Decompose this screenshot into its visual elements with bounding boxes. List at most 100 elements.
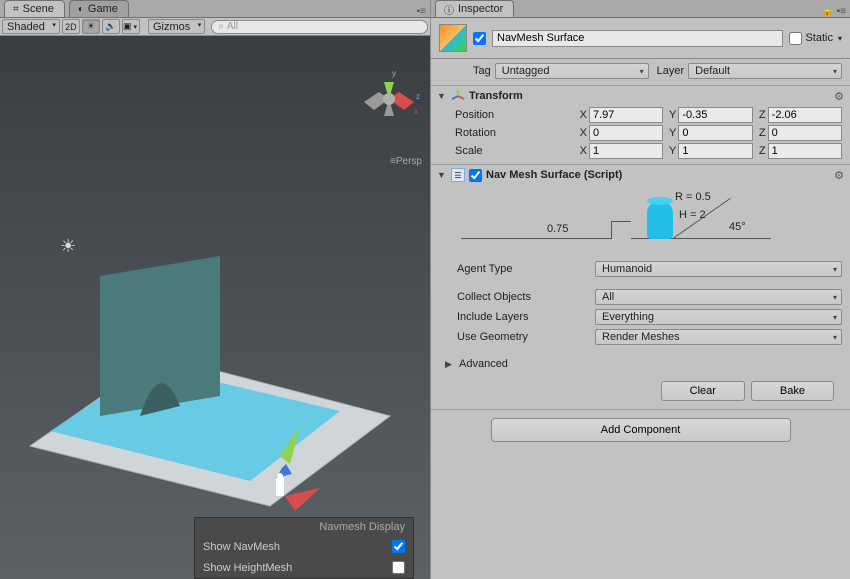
tag-value: Untagged — [502, 65, 550, 77]
tag-label: Tag — [473, 65, 491, 77]
rotation-y-input[interactable] — [678, 125, 752, 141]
panel-menu-icon[interactable]: ▪≡ — [417, 6, 430, 17]
script-icon: ☰ — [451, 168, 465, 182]
gameobject-cube-icon[interactable] — [439, 24, 467, 52]
diag-step-label: 0.75 — [547, 223, 568, 235]
agent-diagram: 0.75 R = 0.5 H = 2 45° — [451, 191, 830, 253]
scene-search-input[interactable]: ⌕All — [211, 20, 428, 34]
agent-type-dropdown[interactable]: Humanoid — [595, 261, 842, 277]
game-icon: ◐ — [78, 4, 84, 15]
navmesh-surface-enabled-checkbox[interactable] — [469, 169, 482, 182]
perspective-label[interactable]: ≡Persp — [390, 156, 422, 167]
position-label: Position — [455, 109, 575, 121]
tab-game[interactable]: ◐ Game — [69, 0, 129, 17]
diag-slope-label: 45° — [729, 221, 746, 233]
rotation-z-input[interactable] — [768, 125, 842, 141]
scale-x-input[interactable] — [589, 143, 663, 159]
layer-label: Layer — [657, 65, 685, 77]
show-navmesh-label: Show NavMesh — [203, 541, 384, 553]
toggle-2d[interactable]: 2D — [62, 19, 80, 34]
show-navmesh-checkbox[interactable] — [392, 540, 405, 553]
navmesh-surface-title: Nav Mesh Surface (Script) — [486, 169, 830, 181]
transform-gear-icon[interactable]: ⚙ — [834, 90, 844, 103]
layer-value: Default — [695, 65, 730, 77]
bake-button[interactable]: Bake — [751, 381, 834, 401]
transform-header[interactable]: ▼ Transform ⚙ — [431, 86, 850, 106]
tab-game-label: Game — [88, 3, 118, 15]
svg-text:x: x — [414, 107, 418, 116]
fold-closed-icon: ▶ — [445, 359, 455, 370]
toggle-lighting[interactable]: ☀ — [82, 19, 100, 34]
gizmos-dropdown[interactable]: Gizmos▾ — [148, 19, 205, 34]
scene-tab-bar: ⌗ Scene ◐ Game ▪≡ — [0, 0, 430, 18]
use-geometry-label: Use Geometry — [457, 331, 591, 343]
navmesh-surface-component: ▼ ☰ Nav Mesh Surface (Script) ⚙ 0.75 R =… — [431, 165, 850, 410]
collect-objects-label: Collect Objects — [457, 291, 591, 303]
position-y-input[interactable] — [678, 107, 752, 123]
inspector-panel: ⓘ Inspector 🔒 ▪≡ Static▾ Tag Untagged Lay… — [430, 0, 850, 579]
include-layers-label: Include Layers — [457, 311, 591, 323]
agent-cylinder-icon — [647, 201, 673, 239]
scale-y-input[interactable] — [678, 143, 752, 159]
transform-axes-icon — [451, 89, 465, 103]
scene-viewport[interactable]: y z x ≡Persp ☀ Navmesh Display Show NavM… — [0, 36, 430, 579]
scale-z-input[interactable] — [768, 143, 842, 159]
show-heightmesh-checkbox[interactable] — [392, 561, 405, 574]
add-component-button[interactable]: Add Component — [491, 418, 791, 442]
transform-component: ▼ Transform ⚙ Position X Y Z Rotation X … — [431, 86, 850, 165]
scene-panel: ⌗ Scene ◐ Game ▪≡ Shaded▾ 2D ☀ 🔊 ▣▾ Gizmos… — [0, 0, 430, 579]
svg-text:z: z — [416, 92, 420, 101]
static-label: Static — [805, 32, 833, 44]
search-placeholder: All — [227, 21, 238, 32]
scene-icon: ⌗ — [13, 4, 19, 15]
tab-inspector[interactable]: ⓘ Inspector — [435, 0, 514, 17]
toggle-2d-label: 2D — [65, 22, 77, 32]
shading-dropdown[interactable]: Shaded▾ — [2, 19, 60, 34]
clear-button[interactable]: Clear — [661, 381, 745, 401]
static-toggle[interactable]: Static▾ — [789, 32, 842, 45]
gameobject-name-input[interactable] — [492, 30, 783, 47]
use-geometry-dropdown[interactable]: Render Meshes — [595, 329, 842, 345]
navmesh-display-panel: Navmesh Display Show NavMesh Show Height… — [194, 517, 414, 579]
svg-text:y: y — [392, 69, 396, 78]
fold-open-icon: ▼ — [437, 170, 447, 180]
gameobject-header: Static▾ — [431, 18, 850, 59]
layer-dropdown[interactable]: Default — [688, 63, 842, 79]
scene-toolbar: Shaded▾ 2D ☀ 🔊 ▣▾ Gizmos▾ ⌕All — [0, 18, 430, 36]
sun-icon: ☀ — [87, 21, 95, 32]
toggle-audio[interactable]: 🔊 — [102, 19, 120, 34]
rotation-x-input[interactable] — [589, 125, 663, 141]
advanced-foldout[interactable]: ▶ Advanced — [431, 355, 850, 373]
tag-layer-row: Tag Untagged Layer Default — [431, 59, 850, 86]
include-layers-dropdown[interactable]: Everything — [595, 309, 842, 325]
transform-title: Transform — [469, 90, 830, 102]
tab-scene-label: Scene — [23, 3, 54, 15]
gameobject-active-checkbox[interactable] — [473, 32, 486, 45]
navmesh-surface-header[interactable]: ▼ ☰ Nav Mesh Surface (Script) ⚙ — [431, 165, 850, 185]
position-z-input[interactable] — [768, 107, 842, 123]
agent-type-label: Agent Type — [457, 263, 591, 275]
fold-open-icon: ▼ — [437, 91, 447, 101]
gizmos-label: Gizmos — [153, 21, 190, 33]
axis-gizmo-icon[interactable]: y z x — [354, 64, 424, 134]
search-icon: ⌕ — [218, 21, 224, 32]
toggle-fx[interactable]: ▣▾ — [122, 19, 140, 34]
navmesh-surface-gear-icon[interactable]: ⚙ — [834, 169, 844, 182]
collect-objects-dropdown[interactable]: All — [595, 289, 842, 305]
shading-dropdown-value: Shaded — [7, 21, 45, 33]
rotation-label: Rotation — [455, 127, 575, 139]
inspector-lock-icon[interactable]: 🔒 ▪≡ — [821, 6, 850, 17]
advanced-label: Advanced — [459, 358, 508, 370]
inspector-icon: ⓘ — [444, 2, 454, 17]
position-x-input[interactable] — [589, 107, 663, 123]
inspector-tab-bar: ⓘ Inspector 🔒 ▪≡ — [431, 0, 850, 18]
audio-icon: 🔊 — [105, 21, 116, 32]
scene-geometry-preview[interactable] — [20, 216, 410, 516]
diag-r-label: R = 0.5 — [675, 191, 711, 203]
tag-dropdown[interactable]: Untagged — [495, 63, 649, 79]
inspector-body: Static▾ Tag Untagged Layer Default ▼ Tra… — [431, 18, 850, 579]
tab-scene[interactable]: ⌗ Scene — [4, 0, 65, 17]
navmesh-display-title: Navmesh Display — [195, 518, 413, 536]
scale-label: Scale — [455, 145, 575, 157]
tab-inspector-label: Inspector — [458, 3, 503, 15]
